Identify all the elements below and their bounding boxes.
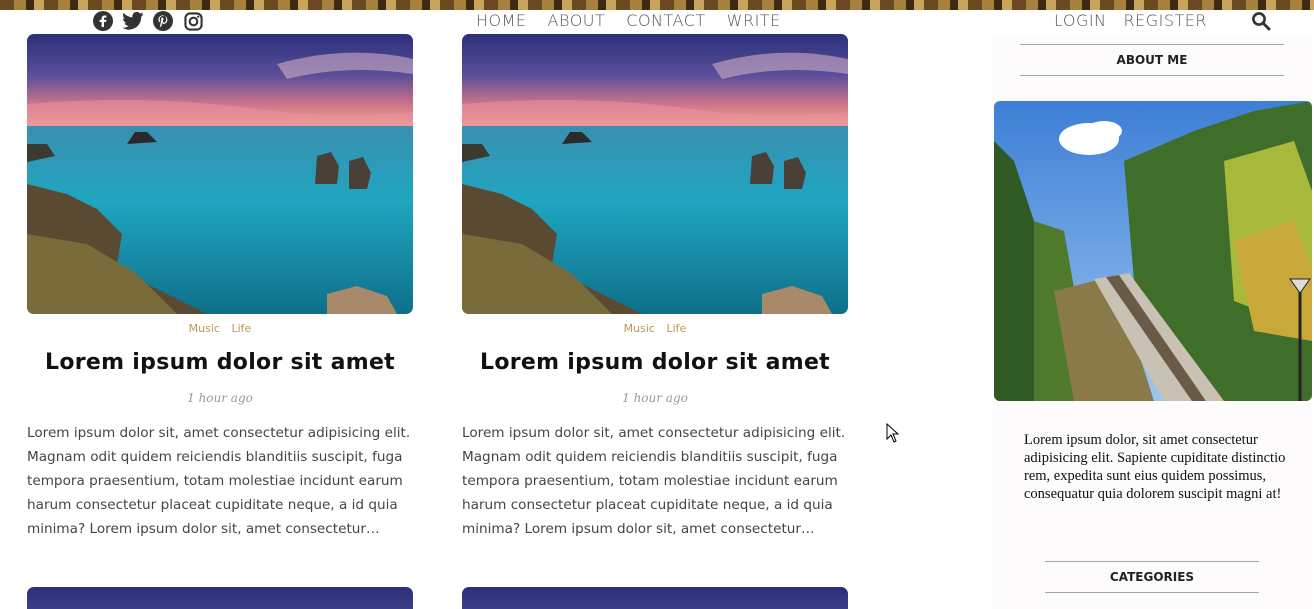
post-image-next[interactable]	[27, 587, 413, 609]
post-categories: Music Life	[27, 322, 413, 336]
auth-menu: LOGIN REGISTER	[1054, 10, 1207, 32]
nav-about-link[interactable]: ABOUT	[548, 10, 606, 32]
post-description: Lorem ipsum dolor sit, amet consectetur …	[462, 425, 846, 537]
post-categories: Music Life	[462, 322, 848, 336]
nav-write-link[interactable]: WRITE	[727, 10, 781, 32]
post-title[interactable]: Lorem ipsum dolor sit amet	[462, 350, 848, 375]
mouse-cursor-icon	[886, 423, 900, 443]
post-date: 1 hour ago	[622, 391, 688, 405]
twitter-icon[interactable]	[122, 10, 144, 32]
category-music[interactable]: Music	[189, 322, 220, 335]
pinterest-icon[interactable]	[152, 10, 174, 32]
category-music[interactable]: Music	[624, 322, 655, 335]
category-life[interactable]: Life	[231, 322, 251, 335]
sidebar: ABOUT ME Lorem ipsum dolor, sit amet con…	[993, 34, 1312, 609]
post-date: 1 hour ago	[187, 391, 253, 405]
about-me-title: ABOUT ME	[1020, 44, 1284, 76]
post-title[interactable]: Lorem ipsum dolor sit amet	[27, 350, 413, 375]
categories-title: CATEGORIES	[1045, 561, 1259, 593]
category-life[interactable]: Life	[666, 322, 686, 335]
about-me-text: Lorem ipsum dolor, sit amet consectetur …	[1024, 432, 1286, 502]
facebook-icon[interactable]	[92, 10, 114, 32]
post-image[interactable]	[462, 34, 848, 314]
about-me-image	[994, 101, 1312, 401]
nav-login-link[interactable]: LOGIN	[1054, 10, 1107, 32]
search-icon[interactable]	[1251, 11, 1273, 31]
post-image[interactable]	[27, 34, 413, 314]
social-icons	[92, 10, 204, 32]
post-card[interactable]: Music Life Lorem ipsum dolor sit amet 1 …	[462, 34, 848, 541]
nav-contact-link[interactable]: CONTACT	[626, 10, 705, 32]
header-banner-strip	[0, 0, 1314, 10]
post-image-next[interactable]	[462, 587, 848, 609]
post-description: Lorem ipsum dolor sit, amet consectetur …	[27, 425, 411, 537]
top-navbar: HOME ABOUT CONTACT WRITE LOGIN REGISTER	[0, 10, 1314, 32]
nav-home-link[interactable]: HOME	[476, 10, 527, 32]
post-card[interactable]: Music Life Lorem ipsum dolor sit amet 1 …	[27, 34, 413, 541]
nav-register-link[interactable]: REGISTER	[1124, 10, 1208, 32]
main-menu: HOME ABOUT CONTACT WRITE	[476, 10, 781, 32]
instagram-icon[interactable]	[182, 10, 204, 32]
